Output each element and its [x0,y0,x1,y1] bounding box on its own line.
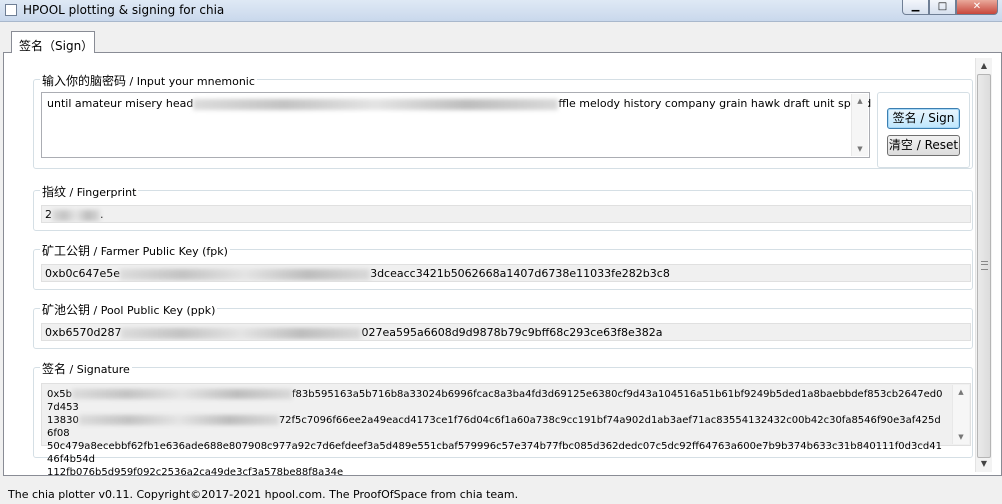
redacted-blur [52,209,100,221]
scroll-up-arrow-icon[interactable]: ▲ [976,58,992,74]
signature-label: 签名 / Signature [40,360,132,377]
ppk-field: 0xb6570d287 027ea595a6608d9d9878b79c9bff6… [41,323,971,341]
minimize-button[interactable]: ▁ [902,0,929,15]
title-bar: HPOOL plotting & signing for chia ▁ □ ✕ [0,0,1002,22]
ppk-label: 矿池公钥 / Pool Public Key (ppk) [40,301,218,318]
redacted-blur [72,389,292,399]
status-bar-text: The chia plotter v0.11. Copyright©2017-2… [8,488,519,501]
mnemonic-label: 输入你的脑密码 / Input your mnemonic [40,72,257,89]
signature-line: 50c479a8ecebbf62fb1e636ade688e807908c977… [47,441,942,465]
signature-line: 13830 72f5c7096f66ee2a49eacd4173ce1f76d04… [47,415,941,439]
close-button[interactable]: ✕ [956,0,998,15]
mnemonic-scrollbar[interactable]: ▲ ▼ [851,94,868,156]
fpk-field: 0xb0c647e5e 3dceacc3421b5062668a1407d6738… [41,264,971,282]
mnemonic-input[interactable]: until amateur misery head ffle melody his… [41,92,872,158]
action-button-frame [877,92,970,168]
scroll-down-arrow-icon[interactable]: ▼ [953,430,969,444]
signature-line: 0x5b f83b595163a5b716b8a33024b6996fcac8a3… [47,389,943,413]
signature-line: 112fb076b5d959f092c2536a2ca49de3cf3a578b… [47,467,344,478]
window-title: HPOOL plotting & signing for chia [23,3,225,17]
window-controls: ▁ □ ✕ [902,0,998,15]
scroll-up-arrow-icon[interactable]: ▲ [852,94,868,108]
maximize-button[interactable]: □ [929,0,956,15]
fpk-label: 矿工公钥 / Farmer Public Key (fpk) [40,242,230,259]
redacted-blur [120,268,371,280]
scroll-up-arrow-icon[interactable]: ▲ [953,385,969,399]
signature-scrollbar[interactable]: ▲ ▼ [952,385,969,444]
reset-button[interactable]: 清空 / Reset [887,135,960,156]
app-icon [5,4,17,16]
fingerprint-label: 指纹 / Fingerprint [40,183,139,200]
scroll-down-arrow-icon[interactable]: ▼ [852,142,868,156]
mnemonic-text: until amateur misery head ffle melody his… [47,97,872,110]
tab-sign[interactable]: 签名（Sign） [11,31,95,53]
redacted-blur [121,327,362,339]
sign-button[interactable]: 签名 / Sign [887,108,960,129]
grip-icon [981,261,988,270]
redacted-blur [78,415,279,425]
signature-text: 0x5b f83b595163a5b716b8a33024b6996fcac8a3… [47,388,945,479]
signature-field[interactable]: 0x5b f83b595163a5b716b8a33024b6996fcac8a3… [41,383,971,478]
panel-scrollbar[interactable]: ▲ ▼ [975,58,992,472]
scroll-thumb[interactable] [977,74,991,458]
scroll-down-arrow-icon[interactable]: ▼ [976,456,992,472]
fingerprint-field: 2. [41,205,971,223]
redacted-blur [193,98,559,110]
